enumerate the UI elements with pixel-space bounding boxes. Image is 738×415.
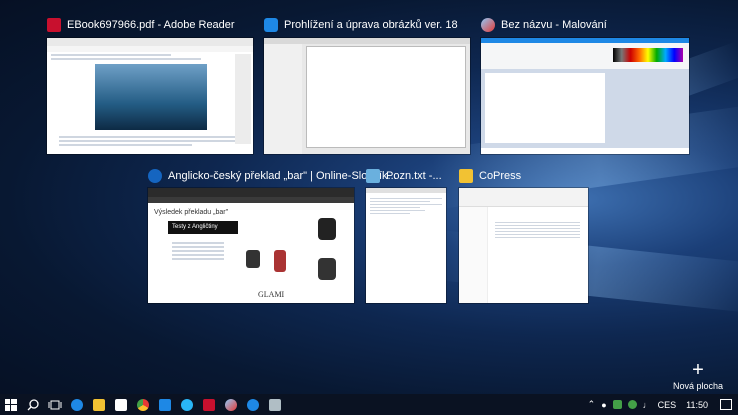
taskbar-notepad[interactable] — [264, 394, 286, 415]
window-thumbnail[interactable] — [481, 38, 689, 154]
language-indicator[interactable]: CES — [658, 400, 677, 410]
search-button[interactable] — [22, 394, 44, 415]
security-icon[interactable] — [612, 400, 622, 409]
photos-icon — [159, 398, 171, 411]
notepad-icon — [269, 398, 281, 411]
edge-icon — [148, 169, 162, 183]
wifi-icon[interactable]: ● — [601, 400, 606, 410]
search-icon — [27, 398, 39, 410]
task-view-icon — [48, 400, 62, 409]
internet-explorer-icon — [181, 398, 193, 411]
network-icon[interactable] — [627, 400, 637, 409]
page-heading: Výsledek překladu „bar" — [154, 209, 229, 216]
window-title: Pozn.txt -... — [386, 170, 442, 182]
system-tray: ⌃ ● ♩ CES 11:50 — [588, 394, 738, 415]
viewer-icon — [247, 398, 259, 411]
taskbar: ⌃ ● ♩ CES 11:50 — [0, 394, 738, 415]
new-desktop-button[interactable]: + Nová plocha — [668, 359, 728, 393]
viewer-icon — [264, 18, 278, 32]
window-title: Bez názvu - Malování — [501, 19, 607, 31]
window-thumbnail[interactable] — [366, 188, 446, 303]
new-desktop-label: Nová plocha — [672, 381, 724, 391]
window-thumbnail[interactable]: Výsledek překladu „bar" Testy z Angličti… — [148, 188, 354, 303]
chrome-icon — [137, 398, 149, 411]
taskbar-ie[interactable] — [176, 394, 198, 415]
folder-icon — [459, 169, 473, 183]
window-thumbnail[interactable] — [47, 38, 253, 154]
window-thumbnail[interactable] — [264, 38, 470, 154]
folder-icon — [93, 398, 105, 411]
notification-icon[interactable] — [720, 399, 732, 410]
paint-icon — [481, 18, 495, 32]
taskbar-store[interactable] — [110, 394, 132, 415]
taskbar-edge[interactable] — [66, 394, 88, 415]
taskbar-viewer[interactable] — [242, 394, 264, 415]
window-title: Anglicko-český překlad „bar" | Online-Sl… — [168, 170, 397, 182]
window-title: CoPress — [479, 170, 522, 182]
window-title: Prohlížení a úprava obrázků ver. 18 — [284, 19, 458, 31]
taskbar-acrobat[interactable] — [198, 394, 220, 415]
edge-icon — [71, 398, 83, 411]
ad-banner: Testy z Angličtiny — [168, 221, 238, 234]
taskbar-explorer[interactable] — [88, 394, 110, 415]
chevron-up-icon[interactable]: ⌃ — [588, 399, 596, 410]
glami-logo: GLAMI — [258, 290, 285, 299]
start-button[interactable] — [0, 394, 22, 415]
volume-icon[interactable]: ♩ — [643, 400, 652, 410]
notepad-icon — [366, 169, 380, 183]
task-view-button[interactable] — [44, 394, 66, 415]
document-image — [95, 64, 207, 130]
window-thumbnail[interactable] — [459, 188, 588, 303]
paint-icon — [225, 398, 237, 411]
acrobat-icon — [203, 398, 215, 411]
clock[interactable]: 11:50 — [686, 400, 708, 410]
plus-icon: + — [692, 359, 704, 381]
window-title: EBook697966.pdf - Adobe Reader — [67, 19, 235, 31]
taskbar-chrome[interactable] — [132, 394, 154, 415]
store-icon — [115, 398, 127, 411]
acrobat-icon — [47, 18, 61, 32]
taskbar-paint[interactable] — [220, 394, 242, 415]
taskbar-photos[interactable] — [154, 394, 176, 415]
windows-logo-icon — [5, 398, 17, 411]
